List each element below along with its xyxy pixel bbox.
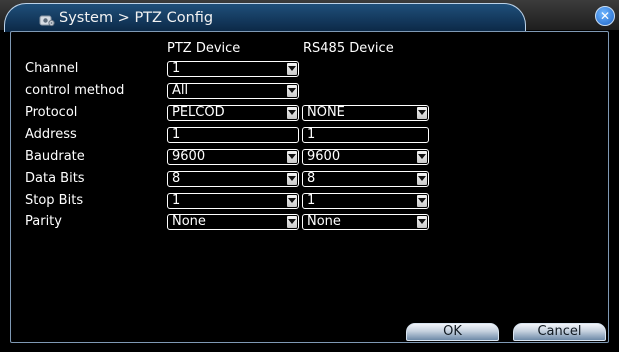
rs485-stop-bits-select[interactable]: 1: [302, 193, 429, 209]
label-baudrate: Baudrate: [25, 149, 85, 164]
rs485-stop-bits-value: 1: [307, 193, 316, 208]
channel-select[interactable]: 1: [167, 61, 299, 77]
label-channel: Channel: [25, 61, 79, 76]
ptz-data-bits-value: 8: [172, 171, 181, 186]
chevron-down-icon[interactable]: [287, 216, 297, 228]
close-icon[interactable]: ✕: [595, 6, 615, 26]
chevron-down-icon[interactable]: [287, 195, 297, 207]
ptz-baudrate-select[interactable]: 9600: [167, 149, 299, 165]
chevron-down-icon[interactable]: [287, 63, 297, 75]
ptz-config-window: System > PTZ Config ✕ PTZ Device RS485 D…: [0, 0, 619, 352]
ptz-parity-value: None: [172, 214, 206, 229]
label-address: Address: [25, 127, 77, 142]
chevron-down-icon[interactable]: [417, 173, 427, 185]
label-data-bits: Data Bits: [25, 171, 85, 186]
chevron-down-icon[interactable]: [287, 173, 297, 185]
column-header-ptz-device: PTZ Device: [167, 41, 241, 56]
ptz-baudrate-value: 9600: [172, 149, 206, 164]
rs485-baudrate-select[interactable]: 9600: [302, 149, 429, 165]
rs485-protocol-value: NONE: [307, 105, 345, 120]
rs485-parity-value: None: [307, 214, 341, 229]
label-stop-bits: Stop Bits: [25, 193, 84, 208]
title-bar: System > PTZ Config ✕: [0, 0, 619, 32]
label-control-method: control method: [25, 83, 125, 98]
ptz-stop-bits-value: 1: [172, 193, 181, 208]
chevron-down-icon[interactable]: [417, 151, 427, 163]
ok-button[interactable]: OK: [406, 323, 499, 341]
chevron-down-icon[interactable]: [417, 216, 427, 228]
rs485-address-value: 1: [307, 127, 316, 142]
gear-icon: [39, 12, 55, 27]
ptz-address-field[interactable]: 1: [167, 127, 299, 143]
ptz-address-value: 1: [172, 127, 181, 142]
label-protocol: Protocol: [25, 105, 78, 120]
window-title: System > PTZ Config: [59, 10, 214, 26]
rs485-parity-select[interactable]: None: [302, 214, 429, 230]
rs485-data-bits-select[interactable]: 8: [302, 171, 429, 187]
chevron-down-icon[interactable]: [417, 195, 427, 207]
channel-value: 1: [172, 61, 181, 76]
chevron-down-icon[interactable]: [287, 151, 297, 163]
ptz-protocol-value: PELCOD: [172, 105, 225, 120]
rs485-data-bits-value: 8: [307, 171, 316, 186]
chevron-down-icon[interactable]: [287, 85, 297, 97]
rs485-address-field[interactable]: 1: [302, 127, 429, 143]
ptz-data-bits-select[interactable]: 8: [167, 171, 299, 187]
control-method-value: All: [172, 83, 189, 98]
rs485-protocol-select[interactable]: NONE: [302, 105, 429, 121]
column-header-rs485-device: RS485 Device: [303, 41, 394, 56]
chevron-down-icon[interactable]: [417, 107, 427, 119]
ptz-stop-bits-select[interactable]: 1: [167, 193, 299, 209]
config-panel: PTZ Device RS485 Device Channel 1 contro…: [10, 31, 609, 343]
control-method-select[interactable]: All: [167, 83, 299, 99]
cancel-button[interactable]: Cancel: [513, 323, 606, 341]
label-parity: Parity: [25, 214, 62, 229]
rs485-baudrate-value: 9600: [307, 149, 341, 164]
chevron-down-icon[interactable]: [287, 107, 297, 119]
ptz-protocol-select[interactable]: PELCOD: [167, 105, 299, 121]
title-tab: System > PTZ Config: [4, 3, 526, 32]
ptz-parity-select[interactable]: None: [167, 214, 299, 230]
